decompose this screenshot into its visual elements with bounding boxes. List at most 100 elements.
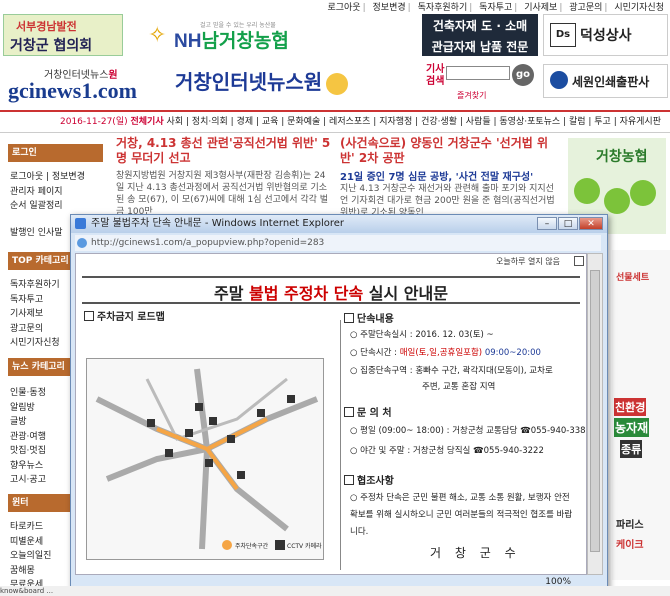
- contact-weekend: ○ 야간 및 주말 : 거창군청 당직실 ☎055-940-3222: [350, 446, 544, 456]
- top-link-ad[interactable]: 광고문의: [569, 3, 602, 13]
- sewon-logo-icon: [550, 71, 568, 89]
- login-menu: 로그아웃 | 정보변경 관리자 페이지 순서 일괄정리: [10, 170, 85, 214]
- sidebar-item[interactable]: 글방: [10, 415, 46, 430]
- news-title[interactable]: (사건속으로) 양동인 거창군수 '선거법 위반' 2차 공판: [340, 136, 555, 166]
- main-menu-bar: 2016-11-27(일) 전체기사 사회 | 정치·의회 | 경제 | 교육 …: [0, 110, 670, 133]
- ie-icon: [75, 218, 86, 229]
- paris-label: 파리스: [616, 520, 644, 531]
- top-link-report[interactable]: 기사제보: [524, 3, 557, 13]
- sewon-banner[interactable]: 세원인쇄출판사: [543, 64, 668, 98]
- sidebar-item[interactable]: 오늘의일진: [10, 549, 51, 564]
- minimize-button[interactable]: –: [537, 217, 557, 230]
- top-link-profile[interactable]: 정보변경: [373, 3, 406, 13]
- sidebar-item[interactable]: 관광·여행: [10, 430, 46, 445]
- cooperation-text: ○ 주정차 단속은 군민 불편 해소, 교통 소통 원활, 보행자 안전 확보를…: [350, 493, 573, 537]
- right-ad-column[interactable]: 선물세트 친환경 농자재 종류 파리스 케이크: [612, 250, 670, 580]
- news-title[interactable]: 거창, 4.13 총선 관련'공직선거법 위반' 5명 무더기 선고: [116, 136, 331, 166]
- nh-logo-icon: ✧: [148, 23, 167, 48]
- popup-window[interactable]: 주말 불법주차 단속 안내문 - Windows Internet Explor…: [70, 214, 608, 592]
- nh-name: NH남거창농협: [174, 31, 289, 52]
- parking-map: 주차단속구간 CCTV 카메라: [86, 358, 324, 560]
- notice-title: 주말 불법 주정차 단속 실시 안내문: [214, 284, 448, 303]
- apple-icon: [574, 178, 600, 204]
- enforcement-heading: 단속내용: [344, 310, 394, 325]
- building-banner[interactable]: 건축자재 도 · 소매 관급자재 납품 전문: [422, 14, 538, 56]
- enforcement-time: ○ 단속시간 : 매일(토,일,공휴일포함) 09:00~20:00: [350, 348, 541, 358]
- signature: 거 창 군 수: [430, 546, 521, 560]
- sidebar-item[interactable]: 독자투고: [10, 293, 60, 308]
- sidebar-item[interactable]: 시민기자신청: [10, 336, 60, 351]
- favorite-link[interactable]: 즐겨찾기: [457, 90, 486, 101]
- scrollbar-thumb[interactable]: [590, 270, 600, 552]
- sidebar-item[interactable]: 기사제보: [10, 307, 60, 322]
- popup-scrollbar[interactable]: [587, 253, 603, 575]
- deoksung-name: 덕성상사: [580, 28, 632, 44]
- news-body: 창원지방법원 거창지원 제3형사부(재판장 김송휘)는 24일 지난 4.13 …: [116, 171, 329, 217]
- site-title[interactable]: 거창인터넷뉴스원: [175, 66, 349, 95]
- sidebar-item[interactable]: 순서 일괄정리: [10, 199, 85, 214]
- browser-status-bar: know&board ...: [0, 586, 670, 596]
- sidebar-item[interactable]: 꿈해몽: [10, 564, 51, 579]
- sidebar-item[interactable]: 맛집·멋집: [10, 444, 46, 459]
- sidebar-item[interactable]: 타로카드: [10, 520, 51, 535]
- council-banner-line2: 거창군 협의회: [10, 38, 93, 54]
- maximize-button[interactable]: □: [558, 217, 578, 230]
- site-logo[interactable]: 거창인터넷뉴스원 gcinews1.com: [6, 60, 137, 106]
- popup-title: 주말 불법주차 단속 안내문 - Windows Internet Explor…: [91, 218, 345, 229]
- deoksung-banner[interactable]: Ds 덕성상사: [543, 14, 668, 56]
- eco-label: 친환경: [614, 398, 647, 416]
- cooperation-heading: 협조사항: [344, 472, 394, 487]
- search-go-button[interactable]: go: [512, 64, 534, 86]
- popup-titlebar[interactable]: 주말 불법주차 단속 안내문 - Windows Internet Explor…: [71, 215, 607, 233]
- top-rule: [82, 276, 580, 278]
- close-today-checkbox[interactable]: [574, 256, 584, 266]
- sidebar-item[interactable]: 인물·동정: [10, 386, 46, 401]
- building-banner-line2: 관급자재 납품 전문: [431, 40, 529, 54]
- news-article-b[interactable]: (사건속으로) 양동인 거창군수 '선거법 위반' 2차 공판 21일 증인 7…: [340, 136, 555, 219]
- sidebar-item[interactable]: 독자후원하기: [10, 278, 60, 293]
- search-input[interactable]: [446, 66, 510, 80]
- sidebar-item[interactable]: 관리자 페이지: [10, 185, 85, 200]
- close-button[interactable]: ✕: [579, 217, 603, 230]
- address-bar[interactable]: http://gcinews1.com/a_popupview.php?open…: [75, 235, 601, 251]
- contact-weekday: ○ 평일 (09:00~ 18:00) : 거창군청 교통담당 ☎055-940…: [350, 426, 587, 436]
- building-banner-line1: 건축자재 도 · 소매: [432, 19, 528, 33]
- checkbox-icon: [344, 407, 354, 417]
- council-banner-line1: 서부경남발전: [16, 20, 77, 33]
- deoksung-logo-icon: Ds: [550, 23, 576, 47]
- sidebar-item-greeting[interactable]: 발행인 인사말: [10, 226, 63, 241]
- top-link-reporter[interactable]: 시민기자신청: [614, 3, 664, 13]
- news-category-menu: 인물·동정 알림방 글방 관광·여행 맛집·멋집 향우뉴스 고시·공고: [10, 386, 46, 488]
- menu-categories[interactable]: 사회 | 정치·의회 | 경제 | 교육 | 문화예술 | 레저스포츠 | 지자…: [166, 117, 661, 127]
- popup-content: 오늘하루 열지 않음 주말 불법 주정차 단속 실시 안내문 주차금지 로드맵: [75, 253, 587, 575]
- sidebar-item[interactable]: 로그아웃 | 정보변경: [10, 170, 85, 185]
- apple-icon: [630, 180, 656, 206]
- map-legend-cctv: CCTV 카메라: [287, 543, 322, 550]
- enforcement-zone-cont: 주변, 교통 혼잡 지역: [422, 382, 496, 392]
- enforcement-start: ○ 주말단속실시 : 2016. 12. 03(토) ~: [350, 330, 494, 340]
- council-banner[interactable]: 서부경남발전 거창군 협의회: [3, 14, 123, 56]
- login-header: 로그인: [8, 144, 103, 162]
- address-url: http://gcinews1.com/a_popupview.php?open…: [91, 238, 325, 248]
- title-rule: [82, 302, 580, 304]
- nh-banner[interactable]: ✧ 걸고 믿을 수 있는 우리 농산물 NH남거창농협: [130, 16, 380, 56]
- enforcement-zone: ○ 집중단속구역 : 홍빠수 구간, 곽각지대(모동이), 교차로: [350, 366, 553, 376]
- contact-heading: 문 의 처: [344, 404, 392, 419]
- top-link-contribute[interactable]: 독자투고: [479, 3, 512, 13]
- map-section-heading: 주차금지 로드맵: [84, 308, 165, 323]
- map-legend-zone: 주차단속구간: [235, 543, 269, 550]
- sidebar-item[interactable]: 고시·공고: [10, 473, 46, 488]
- apple-icon: [604, 188, 630, 214]
- page-icon: [77, 238, 87, 248]
- menu-all-articles[interactable]: 전체기사: [130, 117, 163, 127]
- sidebar-item[interactable]: 향우뉴스: [10, 459, 46, 474]
- sidebar-item[interactable]: 광고문의: [10, 322, 60, 337]
- top-link-logout[interactable]: 로그아웃: [327, 3, 360, 13]
- news-article-a[interactable]: 거창, 4.13 총선 관련'공직선거법 위반' 5명 무더기 선고 창원지방법…: [116, 136, 331, 218]
- gift-set-label: 선물세트: [616, 273, 650, 283]
- checkbox-icon: [84, 311, 94, 321]
- sidebar-item[interactable]: 띠별운세: [10, 535, 51, 550]
- close-today-label[interactable]: 오늘하루 열지 않음: [496, 256, 560, 267]
- top-link-support[interactable]: 독자후원하기: [418, 3, 468, 13]
- sidebar-item[interactable]: 알림방: [10, 401, 46, 416]
